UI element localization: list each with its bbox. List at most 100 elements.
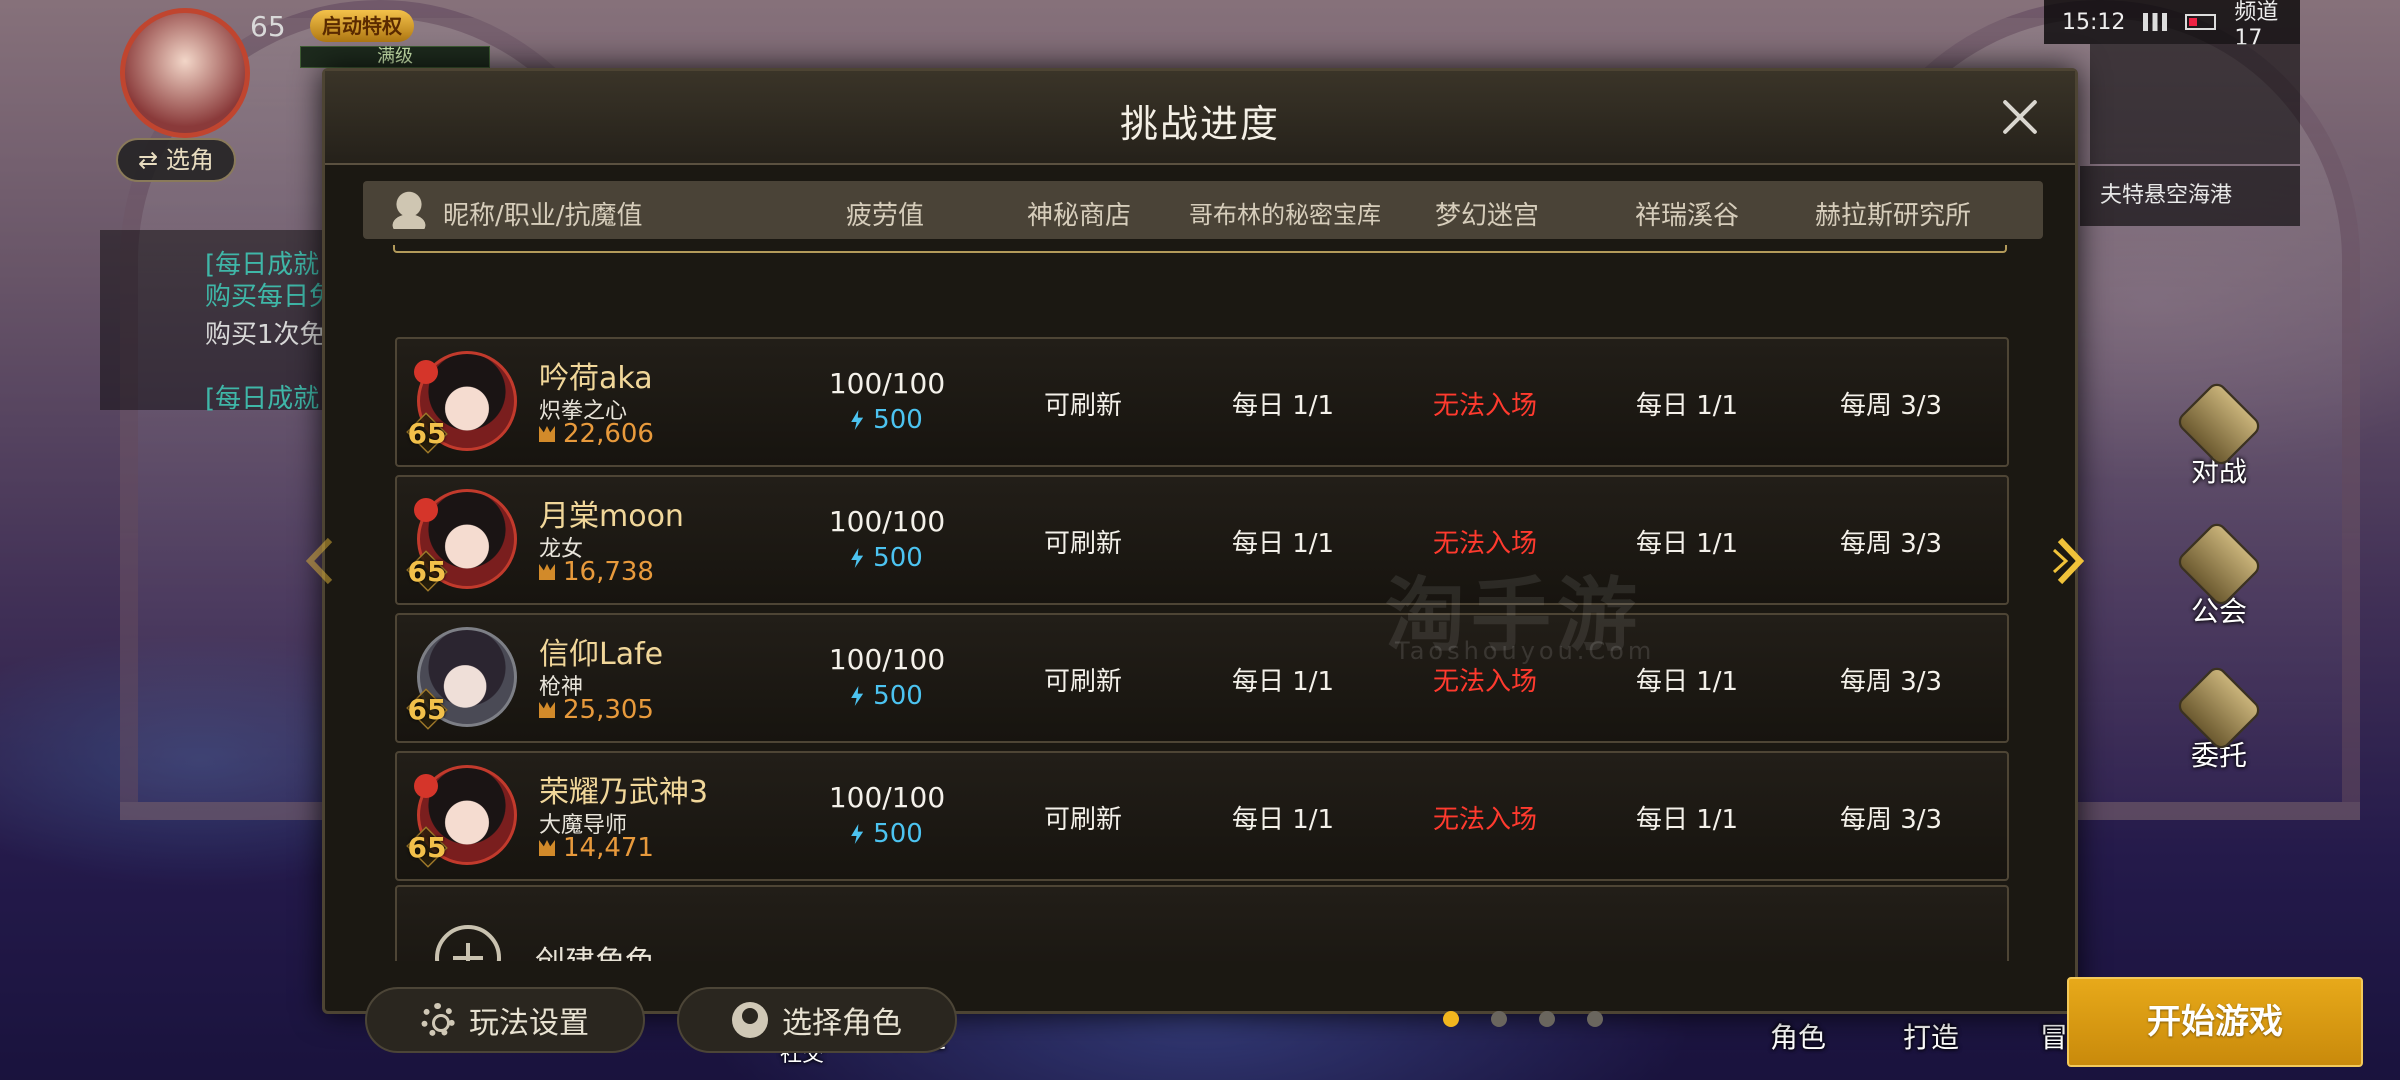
energy-value: 500 — [787, 543, 987, 573]
guild-button[interactable]: 公会 — [2164, 519, 2274, 630]
character-level: 65 — [407, 417, 447, 450]
anti-magic-number: 25,305 — [563, 695, 654, 725]
energy-number: 500 — [873, 405, 923, 435]
col-name: 昵称/职业/抗魔值 — [443, 201, 643, 231]
watermark-subtext: Taoshouyou.Com — [1395, 637, 1656, 665]
chat-line: 购买每日免 — [205, 282, 336, 312]
start-game-button[interactable]: 开始游戏 — [2067, 977, 2363, 1067]
col-fatigue: 疲劳值 — [846, 201, 925, 231]
valley-status: 每日 1/1 — [1635, 391, 1739, 421]
page-indicator — [1443, 1011, 1603, 1027]
map-name[interactable]: 夫特悬空海港 — [2080, 166, 2300, 226]
crown-icon — [539, 702, 555, 718]
lightning-icon — [851, 548, 864, 568]
maze-status: 无法入场 — [1432, 805, 1537, 835]
character-list[interactable]: 65 吟荷aka 炽拳之心 22,606 100/100 500 可刷新 每日 … — [393, 245, 2013, 961]
anti-magic-value: 16,738 — [539, 557, 654, 587]
valley-status: 每日 1/1 — [1635, 805, 1739, 835]
column-header-bar: 昵称/职业/抗魔值 疲劳值 神秘商店 哥布林的秘密宝库 梦幻迷宫 祥瑞溪谷 赫拉… — [363, 181, 2043, 239]
page-dot[interactable] — [1491, 1011, 1507, 1027]
flower-icon — [414, 774, 438, 798]
select-role-button[interactable]: 选择角色 — [677, 987, 957, 1053]
crown-icon — [539, 840, 555, 856]
maze-status: 无法入场 — [1432, 391, 1537, 421]
character-name: 荣耀乃武神3 — [539, 775, 709, 810]
fatigue-value: 100/100 — [828, 505, 946, 538]
lightning-icon — [851, 824, 864, 844]
character-name: 吟荷aka — [539, 361, 653, 396]
close-icon[interactable] — [1993, 91, 2047, 145]
energy-value: 500 — [787, 681, 987, 711]
character-name: 信仰Lafe — [539, 637, 664, 672]
fatigue-value: 100/100 — [828, 643, 946, 676]
plus-icon — [435, 925, 501, 961]
create-role-label: 创建角色 — [535, 937, 655, 961]
vault-status: 每日 1/1 — [1231, 667, 1335, 697]
character-row[interactable]: 65 月棠moon 龙女 16,738 100/100 500 可刷新 每日 1… — [395, 475, 2009, 605]
chat-line: 购买1次免 — [205, 320, 326, 350]
select-role-label: 选择角色 — [782, 1006, 902, 1041]
channel-label[interactable]: 频道17 — [2234, 0, 2300, 51]
character-row[interactable]: 65 荣耀乃武神3 大魔导师 14,471 100/100 500 可刷新 每日… — [395, 751, 2009, 881]
crown-icon — [539, 426, 555, 442]
anti-magic-number: 14,471 — [563, 833, 654, 863]
chat-line: [每日成就 — [205, 384, 320, 414]
crown-icon — [539, 564, 555, 580]
gameplay-settings-button[interactable]: 玩法设置 — [365, 987, 645, 1053]
character-level: 65 — [407, 555, 447, 588]
energy-value: 500 — [787, 405, 987, 435]
signal-icon — [2143, 13, 2168, 31]
character-icon — [732, 1002, 768, 1038]
shop-status: 可刷新 — [1043, 667, 1122, 697]
col-shop: 神秘商店 — [1027, 201, 1132, 231]
col-vault: 哥布林的秘密宝库 — [1189, 201, 1381, 229]
vault-status: 每日 1/1 — [1231, 805, 1335, 835]
character-row[interactable]: 65 信仰Lafe 枪神 25,305 100/100 500 可刷新 每日 1… — [395, 613, 2009, 743]
dialog-header: 挑战进度 — [325, 71, 2075, 165]
col-maze: 梦幻迷宫 — [1435, 201, 1540, 231]
lab-status: 每周 3/3 — [1839, 667, 1943, 697]
swords-icon — [2174, 379, 2264, 469]
player-level: 65 — [250, 10, 286, 43]
energy-value: 500 — [787, 819, 987, 849]
player-avatar[interactable] — [120, 8, 250, 138]
flower-icon — [414, 360, 438, 384]
character-level: 65 — [407, 831, 447, 864]
character-name: 月棠moon — [539, 499, 684, 534]
person-icon — [391, 191, 427, 229]
switch-role-button[interactable]: ⇄ 选角 — [116, 138, 236, 182]
lab-status: 每周 3/3 — [1839, 391, 1943, 421]
commission-button[interactable]: 委托 — [2164, 663, 2274, 774]
battery-icon — [2185, 14, 2217, 30]
role-button[interactable]: 角色 — [1770, 1016, 1826, 1056]
character-level: 65 — [407, 693, 447, 726]
vault-status: 每日 1/1 — [1231, 529, 1335, 559]
fatigue-value: 100/100 — [828, 781, 946, 814]
map-name-text: 夫特悬空海港 — [2100, 183, 2233, 208]
lightning-icon — [851, 410, 864, 430]
page-dot[interactable] — [1539, 1011, 1555, 1027]
create-role-row[interactable]: 创建角色 — [395, 885, 2009, 961]
battle-button[interactable]: 对战 — [2164, 379, 2274, 490]
lightning-icon — [851, 686, 864, 706]
character-row[interactable]: 65 吟荷aka 炽拳之心 22,606 100/100 500 可刷新 每日 … — [395, 337, 2009, 467]
shop-status: 可刷新 — [1043, 391, 1122, 421]
lab-status: 每周 3/3 — [1839, 529, 1943, 559]
energy-number: 500 — [873, 681, 923, 711]
dialog-title: 挑战进度 — [1119, 102, 1280, 146]
chevron-right-icon[interactable] — [2052, 536, 2088, 586]
anti-magic-number: 16,738 — [563, 557, 654, 587]
privilege-badge[interactable]: 启动特权 — [310, 10, 414, 42]
chevron-left-icon[interactable] — [302, 536, 338, 586]
forge-button[interactable]: 打造 — [1903, 1016, 1959, 1056]
page-dot[interactable] — [1443, 1011, 1459, 1027]
anti-magic-value: 25,305 — [539, 695, 654, 725]
minimap[interactable] — [2090, 44, 2300, 164]
clock: 15:12 — [2062, 9, 2126, 35]
energy-number: 500 — [873, 543, 923, 573]
col-valley: 祥瑞溪谷 — [1635, 201, 1740, 231]
anti-magic-value: 22,606 — [539, 419, 654, 449]
page-dot[interactable] — [1587, 1011, 1603, 1027]
shop-status: 可刷新 — [1043, 529, 1122, 559]
board-icon — [2174, 663, 2264, 753]
